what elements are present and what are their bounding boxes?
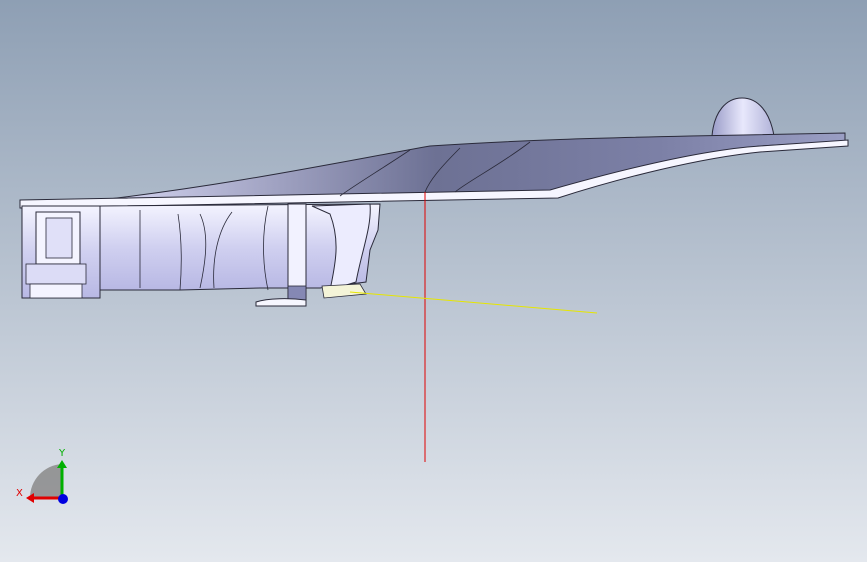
dome-feature — [711, 97, 775, 137]
y-arrowhead-icon — [57, 460, 67, 468]
cad-part-model[interactable] — [19, 97, 849, 307]
triad-plane — [29, 464, 63, 498]
y-axis-label: Y — [58, 448, 66, 459]
horizontal-reference-line — [349, 291, 598, 314]
clip-detail — [321, 283, 367, 299]
axis-triad: Y X — [16, 448, 68, 504]
z-axis-icon — [58, 494, 68, 504]
left-bracket — [21, 205, 101, 299]
model-scene[interactable]: Y X — [0, 0, 867, 562]
x-arrowhead-icon — [26, 493, 34, 503]
bottom-flange — [255, 298, 307, 307]
rib-foot — [287, 285, 307, 301]
graphics-viewport[interactable]: Y X — [0, 0, 867, 562]
x-axis-label: X — [16, 488, 23, 499]
